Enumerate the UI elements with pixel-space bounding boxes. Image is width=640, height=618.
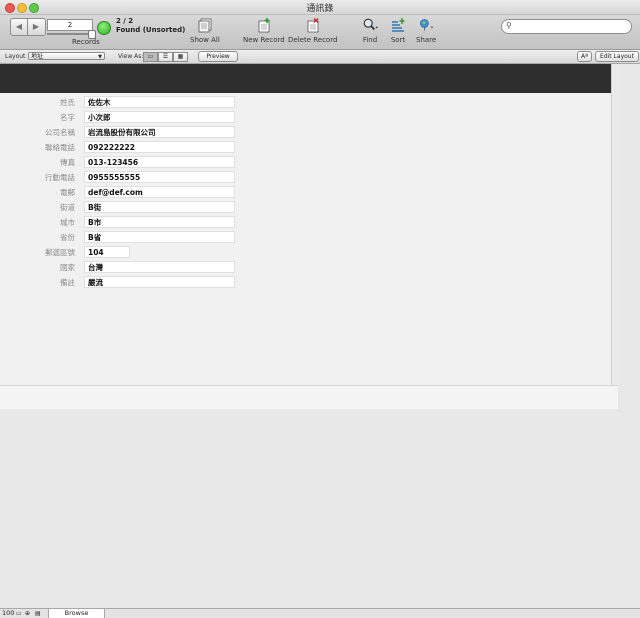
quick-find-search-input[interactable]: ⚲ — [501, 19, 632, 34]
field-value-street[interactable]: B街 — [84, 201, 235, 213]
sort-button[interactable]: Sort — [390, 17, 406, 44]
window-title: 通訊錄 — [306, 4, 334, 14]
share-button[interactable]: Share — [416, 17, 436, 44]
layout-footer — [0, 385, 618, 410]
zoom-out-icon[interactable]: ▭ — [16, 610, 22, 617]
preview-button[interactable]: Preview — [198, 51, 238, 62]
find-label: Find — [362, 36, 378, 44]
view-as-list-button[interactable]: ☰ — [158, 52, 173, 62]
chevron-down-icon: ▼ — [98, 54, 102, 60]
record-slider[interactable] — [47, 30, 96, 39]
field-label: 國家 — [60, 263, 75, 272]
sort-label: Sort — [390, 36, 406, 44]
view-as-form-button[interactable]: ▭ — [143, 52, 158, 62]
content-background — [0, 409, 640, 608]
delete-record-label: Delete Record — [288, 36, 338, 44]
field-value-city[interactable]: B市 — [84, 216, 235, 228]
edit-layout-button[interactable]: Edit Layout — [595, 51, 639, 62]
show-all-label: Show All — [190, 36, 220, 44]
found-set-pie-icon — [97, 21, 111, 35]
layout-header — [0, 64, 611, 93]
view-as-table-button[interactable]: ▦ — [173, 52, 188, 62]
field-label: 城市 — [60, 218, 75, 227]
record-count: 2 / 2 — [116, 17, 134, 25]
new-record-button[interactable]: New Record — [243, 17, 285, 44]
field-value-fax[interactable]: 013-123456 — [84, 156, 235, 168]
field-label: 公司名稱 — [45, 128, 75, 137]
new-record-icon — [258, 18, 270, 33]
field-label: 名字 — [60, 113, 75, 122]
show-all-icon — [198, 18, 212, 33]
formatting-bar-button[interactable]: Aª — [577, 51, 592, 62]
layout-label: Layout — [5, 53, 26, 60]
layout-select-value: 地址 — [31, 53, 44, 60]
records-label: Records — [72, 38, 100, 46]
field-value-mobile[interactable]: 0955555555 — [84, 171, 235, 183]
view-as-label: View As: — [118, 53, 144, 60]
field-label: 郵遞區號 — [45, 248, 75, 257]
delete-record-button[interactable]: Delete Record — [288, 17, 337, 44]
field-value-province[interactable]: B省 — [84, 231, 235, 243]
field-label: 街道 — [60, 203, 75, 212]
zoom-in-icon[interactable]: ⊕ — [25, 610, 30, 617]
field-label: 行動電話 — [45, 173, 75, 182]
field-value-email[interactable]: def@def.com — [84, 186, 235, 198]
find-magnifier-icon — [363, 18, 378, 31]
toggle-toolbar-icon[interactable]: ▤ — [35, 610, 41, 617]
new-record-label: New Record — [243, 36, 285, 44]
next-record-button[interactable]: ▶ — [28, 19, 44, 35]
sort-icon — [392, 18, 405, 32]
field-label: 備註 — [60, 278, 75, 287]
field-value-country[interactable]: 台灣 — [84, 261, 235, 273]
find-button[interactable]: Find — [362, 17, 378, 44]
record-navigation: ◀ ▶ — [10, 18, 46, 36]
previous-record-button[interactable]: ◀ — [11, 19, 28, 35]
field-value-phone[interactable]: 092222222 — [84, 141, 235, 153]
field-value-notes[interactable]: 嚴流 — [84, 276, 235, 288]
field-value-company[interactable]: 岩流島股份有限公司 — [84, 126, 235, 138]
search-icon: ⚲ — [506, 21, 512, 30]
layout-bar: Layout 地址 ▼ View As: ▭ ☰ ▦ Preview Aª Ed… — [0, 50, 640, 64]
field-label: 傳真 — [60, 158, 75, 167]
status-toolbar: ◀ ▶ 2 Records 2 / 2 Found (Unsorted) Sho… — [0, 15, 640, 50]
field-value-surname[interactable]: 佐佐木 — [84, 96, 235, 108]
field-value-given-name[interactable]: 小次郎 — [84, 111, 235, 123]
vertical-scrollbar[interactable] — [611, 64, 621, 385]
zoom-level[interactable]: 100 — [2, 609, 14, 617]
current-record-input[interactable]: 2 — [47, 19, 93, 31]
field-label: 電郵 — [60, 188, 75, 197]
found-status: Found (Unsorted) — [116, 26, 186, 34]
field-label: 聯絡電話 — [45, 143, 75, 152]
share-label: Share — [416, 36, 437, 44]
show-all-button[interactable]: Show All — [190, 17, 220, 44]
layout-select[interactable]: 地址 ▼ — [28, 52, 105, 60]
layout-body: 姓氏 佐佐木 名字 小次郎 公司名稱 岩流島股份有限公司 聯絡電話 092222… — [0, 93, 611, 385]
title-bar: 通訊錄 — [0, 0, 640, 15]
field-value-postal-code[interactable]: 104 — [84, 246, 130, 258]
delete-record-icon — [307, 18, 319, 33]
field-label: 省份 — [60, 233, 75, 242]
share-icon — [420, 19, 434, 31]
field-label: 姓氏 — [60, 98, 75, 107]
